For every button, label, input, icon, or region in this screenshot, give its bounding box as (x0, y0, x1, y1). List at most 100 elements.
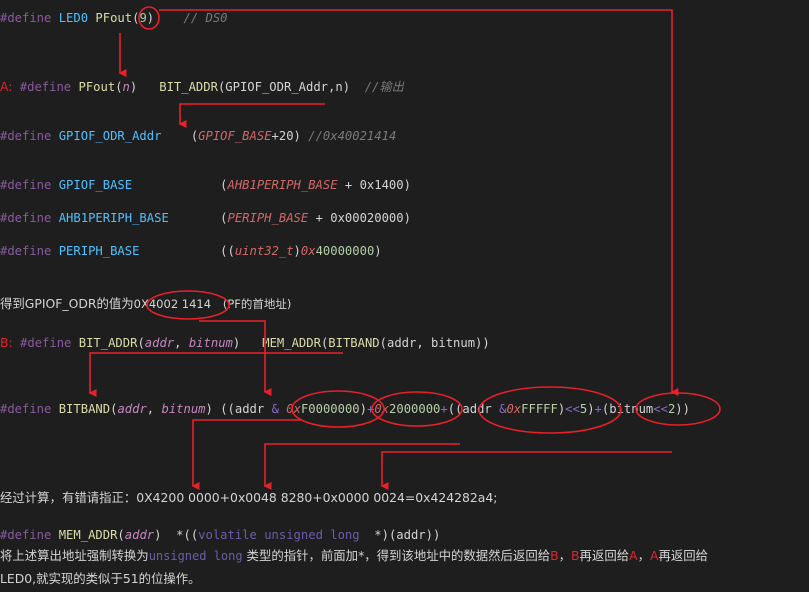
offset-expr: + 0x1400) (337, 178, 411, 192)
hex-prefix: 0x (300, 244, 316, 258)
paren: ) (293, 244, 301, 258)
paren: ) (146, 11, 155, 25)
marker-a: A: (0, 79, 13, 94)
arrow-a-to-gpiof-odr (178, 103, 325, 128)
note-part: 将上述算出地址强制转换为 (0, 548, 149, 563)
macro-pfout: PFout (95, 11, 133, 25)
define-keyword: #define (0, 129, 52, 143)
paren: ( (220, 211, 228, 225)
expr-part: ) (587, 402, 595, 416)
macro-bitband: BITBAND (58, 402, 111, 416)
code-line-led0: #define LED0 PFout(9) // DS0 (0, 8, 228, 28)
arrow-to-calc-3 (380, 451, 672, 490)
hex-prefix: 0x (506, 402, 522, 416)
ref-b: B (550, 548, 559, 563)
ref-ahb1periph-base: AHB1PERIPH_BASE (227, 178, 338, 192)
ref-b: B (571, 548, 580, 563)
keyword-long: long (330, 528, 360, 542)
expr-part: *(( (161, 528, 199, 542)
code-line-gpiof-odr: #define GPIOF_ODR_Addr (GPIOF_BASE+20) /… (0, 126, 396, 146)
param-bitnum: bitnum (161, 402, 206, 416)
operator-shift: << (653, 402, 668, 416)
param-addr: addr (124, 528, 155, 542)
marker-b: B: (0, 335, 13, 350)
macro-mem-addr: MEM_ADDR (262, 336, 321, 350)
code-line-pfout: A: #define PFout(n) BIT_ADDR(GPIOF_ODR_A… (0, 77, 404, 97)
note-part: ， (637, 548, 650, 563)
periph-base-value: 40000000 (315, 244, 375, 258)
param-n: n (122, 80, 130, 94)
operator-plus: + (440, 402, 448, 416)
macro-periph-base: PERIPH_BASE (58, 244, 140, 258)
param-addr: addr (117, 402, 147, 416)
ref-gpiof-base: GPIOF_BASE (198, 129, 272, 143)
comma: , (174, 336, 189, 350)
operator-and: & (271, 402, 279, 416)
note-gpiof-odr-value: 得到GPIOF_ODR的值为0X4002 1414 (PF的首地址) (0, 294, 291, 314)
define-keyword: #define (0, 402, 52, 416)
code-line-gpiof-base: #define GPIOF_BASE (AHB1PERIPH_BASE + 0x… (0, 175, 411, 195)
bit-addr-args: GPIOF_ODR_Addr,n (225, 80, 343, 94)
paren: ) (342, 80, 351, 94)
arrow-to-calc-1 (191, 419, 301, 490)
code-line-ahb1periph-base: #define AHB1PERIPH_BASE (PERIPH_BASE + 0… (0, 208, 411, 228)
note-value: 0X4002 1414 (133, 297, 212, 311)
operator-shift: << (565, 402, 580, 416)
comma: , (146, 402, 162, 416)
mask-fffff: FFFFF (521, 402, 558, 416)
ref-a: A (629, 548, 638, 563)
note-prefix: 得到GPIOF_ODR的值为 (0, 296, 134, 311)
macro-bitband: BITBAND (328, 336, 380, 350)
macro-bit-addr: BIT_ADDR (159, 80, 218, 94)
macro-bit-addr: BIT_ADDR (78, 336, 138, 350)
define-keyword: #define (0, 178, 52, 192)
define-keyword: #define (20, 336, 72, 350)
note-part: ， (558, 548, 572, 563)
macro-ahb1periph-base: AHB1PERIPH_BASE (58, 211, 169, 225)
note-pf-base: (PF的首地址) (222, 297, 292, 311)
hex-prefix: 0x (374, 402, 390, 416)
offset-expr: + 0x00020000) (308, 211, 411, 225)
define-keyword: #define (0, 244, 52, 258)
operator-plus: + (594, 402, 602, 416)
note-part: 类型的指针，前面加*，得到该地址中的数据然后返回给 (242, 548, 551, 563)
pin-number: 9 (139, 11, 147, 25)
type-uint32: uint32_t (234, 244, 294, 258)
define-keyword: #define (0, 11, 52, 25)
code-line-periph-base: #define PERIPH_BASE ((uint32_t)0x4000000… (0, 241, 382, 261)
note-part: 再返回给 (658, 548, 709, 563)
param-addr: addr (144, 336, 175, 350)
alias-base-2000000: 2000000 (389, 402, 441, 416)
define-keyword: #define (0, 528, 52, 542)
keyword-unsigned: unsigned (264, 528, 323, 542)
paren: ) (129, 80, 138, 94)
code-line-bit-addr: B: #define BIT_ADDR(addr, bitnum) MEM_AD… (0, 333, 490, 353)
note-bit-operation: LED0,就实现的类似于51的位操作。 (0, 571, 201, 586)
paren: ) (205, 402, 213, 416)
expr-part: (bitnum (601, 402, 654, 416)
expr-part: ((addr (212, 402, 272, 416)
paren: ( (115, 80, 123, 94)
paren: ( (117, 528, 125, 542)
bitband-args: (addr, bitnum)) (379, 336, 490, 350)
code-line-mem-addr: #define MEM_ADDR(addr) *((volatile unsig… (0, 525, 440, 545)
arrow-b-to-bitband (88, 352, 343, 397)
offset-expr: +20) (271, 129, 301, 143)
expr-part: )) (675, 402, 690, 416)
note-explanation: 将上述算出地址强制转换为unsigned long 类型的指针，前面加*，得到该… (0, 546, 708, 566)
mask-f0000000: F0000000 (300, 402, 360, 416)
param-bitnum: bitnum (188, 336, 233, 350)
code-line-bitband: #define BITBAND(addr, bitnum) ((addr & 0… (0, 399, 690, 419)
macro-mem-addr: MEM_ADDR (58, 528, 118, 542)
macro-led0: LED0 (58, 11, 89, 25)
comment-ds0: // DS0 (183, 11, 228, 25)
comment-output: //输出 (364, 80, 404, 94)
expr-part: *)(addr)) (359, 528, 441, 542)
paren: ) (232, 336, 241, 350)
comment-address: //0x40021414 (308, 129, 397, 143)
macro-gpiof-base: GPIOF_BASE (58, 178, 133, 192)
paren: (( (220, 244, 235, 258)
keyword-volatile: volatile (198, 528, 257, 542)
hex-prefix: 0x (286, 402, 301, 416)
macro-gpiof-odr-addr: GPIOF_ODR_Addr (58, 129, 162, 143)
